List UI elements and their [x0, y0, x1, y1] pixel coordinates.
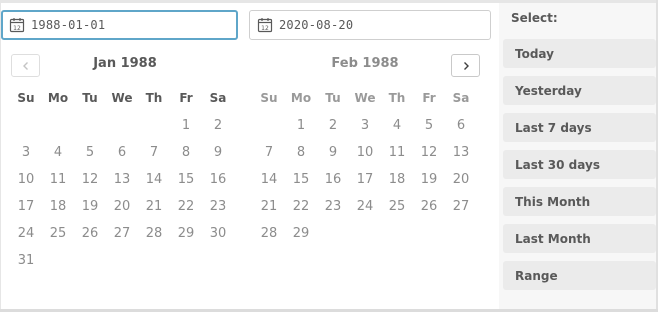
day-cell[interactable]: 6 [106, 139, 138, 165]
day-cell[interactable]: 23 [202, 193, 234, 219]
day-cell[interactable]: 16 [317, 166, 349, 192]
day-cell[interactable]: 13 [445, 139, 477, 165]
day-cell[interactable]: 23 [317, 193, 349, 219]
weekday-header: We [111, 91, 133, 105]
day-cell[interactable]: 24 [349, 193, 381, 219]
weekday-header: Su [260, 91, 278, 105]
start-date-input[interactable]: 12 1988-01-01 [1, 10, 238, 40]
end-date-value: 2020-08-20 [279, 18, 354, 32]
day-cell[interactable]: 3 [349, 112, 381, 138]
day-cell[interactable]: 12 [74, 166, 106, 192]
day-cell[interactable]: 20 [445, 166, 477, 192]
calendar-icon: 12 [9, 18, 25, 33]
preset-range-button[interactable]: Range [503, 261, 656, 290]
day-cell[interactable]: 22 [285, 193, 317, 219]
month-title-left: Jan 1988 [93, 56, 157, 71]
day-cell[interactable]: 25 [381, 193, 413, 219]
previous-month-button[interactable] [11, 54, 40, 77]
day-cell[interactable]: 26 [74, 220, 106, 246]
weekday-header: Th [388, 91, 406, 105]
day-cell[interactable]: 3 [10, 139, 42, 165]
preset-last-30-days-button[interactable]: Last 30 days [503, 150, 656, 179]
svg-text:12: 12 [261, 25, 269, 32]
day-cell[interactable]: 11 [381, 139, 413, 165]
svg-text:12: 12 [13, 25, 21, 32]
day-cell[interactable]: 17 [349, 166, 381, 192]
day-cell[interactable]: 9 [202, 139, 234, 165]
day-cell[interactable]: 29 [170, 220, 202, 246]
month-title-right: Feb 1988 [331, 56, 399, 71]
day-cell[interactable]: 19 [413, 166, 445, 192]
day-cell[interactable]: 22 [170, 193, 202, 219]
preset-yesterday-button[interactable]: Yesterday [503, 76, 656, 105]
day-cell[interactable]: 14 [138, 166, 170, 192]
day-cell[interactable]: 2 [317, 112, 349, 138]
frame-left-border [0, 0, 1, 312]
calendar-icon: 12 [257, 18, 273, 33]
weekday-header: We [354, 91, 376, 105]
day-cell[interactable]: 18 [381, 166, 413, 192]
day-cell[interactable]: 16 [202, 166, 234, 192]
day-cell[interactable]: 5 [74, 139, 106, 165]
day-cell[interactable]: 7 [138, 139, 170, 165]
preset-today-button[interactable]: Today [503, 39, 656, 68]
day-cell[interactable]: 30 [202, 220, 234, 246]
day-cell[interactable]: 26 [413, 193, 445, 219]
day-cell[interactable]: 20 [106, 193, 138, 219]
day-cell[interactable]: 21 [138, 193, 170, 219]
day-cell[interactable]: 13 [106, 166, 138, 192]
select-label: Select: [511, 11, 558, 25]
day-cell[interactable]: 7 [253, 139, 285, 165]
day-cell[interactable]: 24 [10, 220, 42, 246]
day-cell[interactable]: 27 [445, 193, 477, 219]
end-date-input[interactable]: 12 2020-08-20 [249, 10, 491, 40]
preset-last-7-days-button[interactable]: Last 7 days [503, 113, 656, 142]
day-cell[interactable]: 31 [10, 247, 42, 273]
day-cell[interactable]: 17 [10, 193, 42, 219]
day-cell[interactable]: 15 [170, 166, 202, 192]
day-cell[interactable]: 21 [253, 193, 285, 219]
chevron-left-icon [22, 61, 28, 70]
day-cell[interactable]: 27 [106, 220, 138, 246]
day-cell[interactable]: 19 [74, 193, 106, 219]
day-cell[interactable]: 1 [170, 112, 202, 138]
weekday-header: Fr [179, 91, 193, 105]
day-cell[interactable]: 12 [413, 139, 445, 165]
day-cell[interactable]: 28 [253, 220, 285, 246]
weekday-header: Tu [82, 91, 98, 105]
weekday-header: Tu [325, 91, 341, 105]
day-cell[interactable]: 15 [285, 166, 317, 192]
weekday-header: Su [17, 91, 35, 105]
day-cell[interactable]: 5 [413, 112, 445, 138]
weekday-header: Th [145, 91, 163, 105]
day-cell[interactable]: 9 [317, 139, 349, 165]
weekday-header: Fr [422, 91, 436, 105]
preset-this-month-button[interactable]: This Month [503, 187, 656, 216]
day-cell[interactable]: 2 [202, 112, 234, 138]
preset-last-month-button[interactable]: Last Month [503, 224, 656, 253]
chevron-right-icon [463, 61, 469, 70]
start-date-value: 1988-01-01 [31, 18, 106, 32]
day-cell[interactable]: 6 [445, 112, 477, 138]
day-cell[interactable]: 8 [285, 139, 317, 165]
day-cell[interactable]: 10 [10, 166, 42, 192]
day-cell[interactable]: 29 [285, 220, 317, 246]
weekday-header: Sa [209, 91, 227, 105]
day-cell[interactable]: 1 [285, 112, 317, 138]
day-cell[interactable]: 10 [349, 139, 381, 165]
day-cell[interactable]: 4 [381, 112, 413, 138]
weekday-header: Mo [290, 91, 312, 105]
day-cell[interactable]: 4 [42, 139, 74, 165]
day-cell[interactable]: 11 [42, 166, 74, 192]
day-cell[interactable]: 8 [170, 139, 202, 165]
day-cell[interactable]: 28 [138, 220, 170, 246]
next-month-button[interactable] [451, 54, 480, 77]
weekday-header: Mo [47, 91, 69, 105]
weekday-header: Sa [452, 91, 470, 105]
day-cell[interactable]: 25 [42, 220, 74, 246]
day-cell[interactable]: 18 [42, 193, 74, 219]
day-cell[interactable]: 14 [253, 166, 285, 192]
